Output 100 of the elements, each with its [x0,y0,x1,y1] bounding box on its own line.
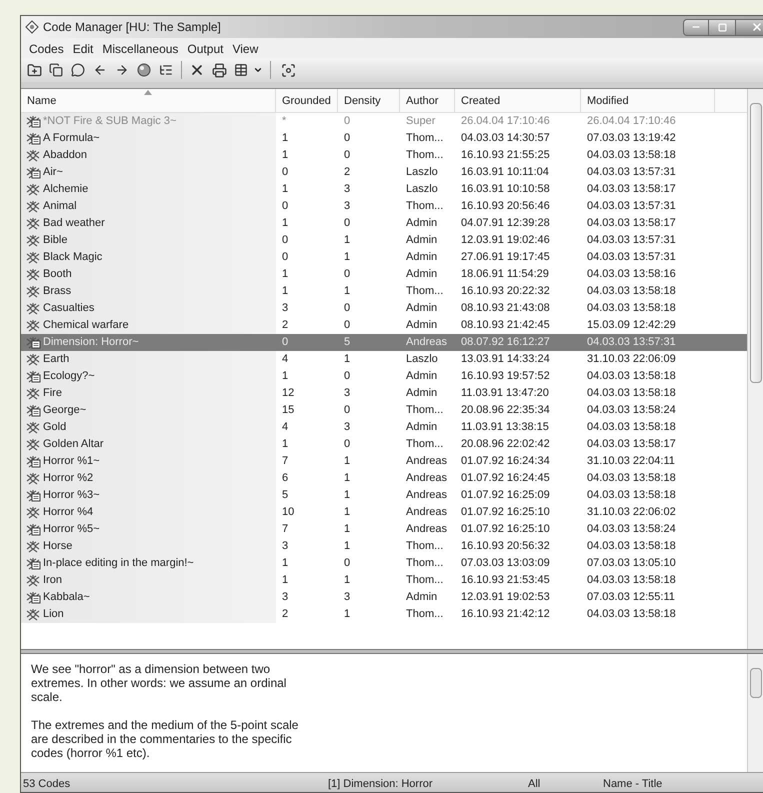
table-cell-text: 04.03.03 13:58:18 [587,369,676,384]
menu-item[interactable]: Codes [25,40,68,58]
table-cell-text: Bad weather [43,216,105,232]
table-row[interactable]: Brass 1 1 Thom... 16.10.93 20:22:32 04.03.03 13:58:18 [21,283,747,300]
table-cell-text: In-place editing in the margin!~ [43,556,194,572]
table-cell-text: 1 [344,488,350,504]
table-row[interactable]: *NOT Fire & SUB Magic 3~ * 0 Super 26.04.04 17:10:46 26.04.04 17:10:46 [21,113,747,130]
table-row[interactable]: Gold 4 3 Admin 11.03.91 13:38:15 04.03.03 13:58:18 [21,419,747,436]
table-row[interactable]: Fire 12 3 Admin 11.03.91 13:47:20 04.03.03 13:58:18 [21,385,747,402]
table-row[interactable]: Black Magic 0 1 Admin 27.06.91 19:17:45 04.03.03 13:57:31 [21,249,747,266]
table-row[interactable]: Abaddon 1 0 Thom... 16.10.93 21:55:25 04.03.03 13:58:18 [21,147,747,164]
table-row[interactable]: Iron 1 1 Thom... 16.10.93 21:53:45 04.03.03 13:58:18 [21,572,747,589]
table-cell-text: 1 [344,522,350,538]
table-cell-text: Golden Altar [43,437,104,452]
menu-item[interactable]: Edit [68,40,98,58]
table-row[interactable]: Chemical warfare 2 0 Admin 08.10.93 21:42:45 15.03.09 12:42:29 [21,317,747,334]
menu-item[interactable]: View [228,40,262,58]
table-row[interactable]: Golden Altar 1 0 Thom... 20.08.96 22:02:42 04.03.03 13:58:17 [21,436,747,453]
status-text: [1] Dimension: Horror [327,776,434,792]
table-row[interactable]: Booth 1 0 Admin 18.06.91 11:54:29 04.03.03 13:58:16 [21,266,747,283]
column-header[interactable]: Name [21,89,276,112]
table-row[interactable]: Lion 2 1 Thom... 16.10.93 21:42:12 04.03.03 13:58:18 [21,606,747,623]
table-row[interactable]: Horror %3~ 5 1 Andreas 01.07.92 16:25:09 04.03.03 13:58:18 [21,487,747,504]
column-header[interactable]: Density [338,89,400,112]
column-header[interactable]: Modified [581,89,715,112]
table-cell-text: 04.03.03 13:58:18 [587,471,676,486]
table-cell-text: 16.10.93 21:42:12 [461,607,550,622]
table-cell-text: Laszlo [406,165,438,180]
table-row[interactable]: Horror %5~ 7 1 Andreas 01.07.92 16:25:10 04.03.03 13:58:24 [21,521,747,538]
table-cell-text: 1 [344,250,350,266]
table-row[interactable]: Earth 4 1 Laszlo 13.03.91 14:33:24 31.10.03 22:06:09 [21,351,747,368]
table-cell-text: 01.07.92 16:25:10 [461,505,550,520]
status-text: All [527,776,542,792]
table-cell-text: 3 [344,182,350,198]
table-cell-text: 16.10.93 21:53:45 [461,573,550,588]
table-row[interactable]: Horror %4 10 1 Andreas 01.07.92 16:25:10 31.10.03 22:06:02 [21,504,747,521]
table-row[interactable]: Horror %2 6 1 Andreas 01.07.92 16:24:45 04.03.03 13:58:18 [21,470,747,487]
table-cell-text: 1 [282,556,288,572]
table-cell-text: 0 [282,165,288,180]
menu-item[interactable]: Miscellaneous [98,40,182,58]
table-cell-text: 04.03.03 13:58:18 [587,573,676,588]
table-row[interactable]: Alchemie 1 3 Laszlo 16.03.91 10:10:58 04.03.03 13:58:17 [21,181,747,198]
table-cell-text: 3 [282,539,288,554]
table-cell-text: 04.03.03 13:58:17 [587,216,676,232]
table-cell-text: Thom... [406,573,444,588]
table-cell-text: *NOT Fire & SUB Magic 3~ [43,114,176,130]
table-row[interactable]: Ecology?~ 1 0 Admin 16.10.93 19:57:52 04.03.03 13:58:18 [21,368,747,385]
table-cell-text: 16.03.91 10:11:04 [461,165,549,180]
table-cell-text: 0 [344,148,350,164]
table-row[interactable]: Air~ 0 2 Laszlo 16.03.91 10:11:04 04.03.03 13:57:31 [21,164,747,181]
table-cell-text: 04.03.03 14:30:57 [461,131,550,146]
table-row[interactable]: In-place editing in the margin!~ 1 0 Thom... 07.03.03 13:03:09 07.03.03 13:05:10 [21,555,747,572]
table-cell-text: Andreas [406,488,447,504]
table-row[interactable]: Animal 0 3 Thom... 16.10.93 20:56:46 04.03.03 13:57:31 [21,198,747,215]
table-cell-text: Brass [43,284,72,300]
table-cell-text: 04.03.03 13:57:31 [587,233,676,248]
table-cell-text: 27.06.91 19:17:45 [461,250,550,266]
column-header[interactable]: Author [400,89,455,112]
table-cell-text: 04.07.91 12:39:28 [461,216,550,232]
table-cell-text: 1 [344,454,350,470]
table-cell-text: Thom... [406,284,444,300]
table-cell-text: Kabbala~ [43,590,90,606]
table-row[interactable]: Bible 0 1 Admin 12.03.91 19:02:46 04.03.03 13:57:31 [21,232,747,249]
menu-item[interactable]: Output [183,40,228,58]
table-row[interactable]: Casualties 3 0 Admin 08.10.93 21:43:08 04.03.03 13:58:18 [21,300,747,317]
window-title: Code Manager [HU: The Sample] [43,19,221,36]
table-cell-text: 01.07.92 16:24:34 [461,454,550,470]
table-cell-text: Ecology?~ [43,369,95,384]
table-cell-text: Horse [43,539,72,554]
table-cell-text: 07.03.03 12:55:11 [587,590,675,606]
table-cell-text: Horror %4 [43,505,94,520]
table-cell-text: Thom... [406,131,444,146]
table-row[interactable]: Horse 3 1 Thom... 16.10.93 20:56:32 04.03.03 13:58:18 [21,538,747,555]
table-cell-text: Admin [406,267,438,282]
table-cell-text: 5 [282,488,288,504]
table-cell-text: A Formula~ [43,131,100,146]
table-cell-text: 16.10.93 19:57:52 [461,369,550,384]
table-cell-text: Admin [406,250,438,266]
table-cell-text: 04.03.03 13:58:17 [587,182,676,198]
table-cell-text: 08.10.93 21:43:08 [461,301,550,316]
table-cell-text: 0 [344,114,350,130]
table-cell-text: 04.03.03 13:58:18 [587,539,676,554]
table-cell-text: Earth [43,352,70,368]
table-cell-text: 3 [344,199,350,214]
table-cell-text: Andreas [406,505,447,520]
table-cell-text: 3 [344,386,350,402]
table-row[interactable]: A Formula~ 1 0 Thom... 04.03.03 14:30:57 07.03.03 13:19:42 [21,130,747,147]
table-cell-text: 04.03.03 13:57:31 [587,199,676,214]
table-row[interactable]: Kabbala~ 3 3 Admin 12.03.91 19:02:53 07.03.03 12:55:11 [21,589,747,606]
column-header[interactable]: Grounded [276,89,338,112]
table-row[interactable]: Horror %1~ 7 1 Andreas 01.07.92 16:24:34 31.10.03 22:04:11 [21,453,747,470]
table-cell-text: 16.10.93 20:56:32 [461,539,550,554]
table-cell-text: 1 [344,471,350,486]
table-cell-text: 1 [282,284,288,300]
table-cell-text: Casualties [43,301,94,316]
table-row[interactable]: George~ 15 0 Thom... 20.08.96 22:35:34 04.03.03 13:58:24 [21,402,747,419]
table-cell-text: 10 [282,505,294,520]
table-row[interactable]: Bad weather 1 0 Admin 04.07.91 12:39:28 04.03.03 13:58:17 [21,215,747,232]
table-cell-text: Super [406,114,436,130]
column-header[interactable]: Created [455,89,581,112]
